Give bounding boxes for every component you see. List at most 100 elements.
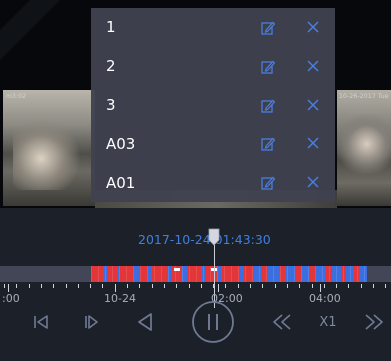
ruler-tick [152, 284, 153, 288]
ruler-tick [41, 284, 42, 288]
segment-stripe [203, 266, 204, 282]
segment-stripe [357, 266, 358, 282]
speed-up-icon [365, 314, 383, 330]
segment-stripe [147, 266, 148, 282]
ruler-tick [29, 284, 30, 288]
edit-icon[interactable] [261, 137, 275, 152]
ruler-tick [90, 284, 91, 288]
segment-stripe [301, 266, 302, 282]
recording-segment[interactable] [359, 266, 367, 282]
ruler-tick [250, 284, 251, 288]
edit-icon[interactable] [261, 60, 275, 74]
tag-item[interactable]: 1 [91, 8, 335, 47]
close-icon[interactable] [307, 21, 319, 33]
ruler-tick [201, 284, 202, 288]
ruler-tick [287, 284, 288, 288]
next-frame-button[interactable] [76, 304, 106, 340]
ruler-tick [164, 284, 165, 288]
speed-label: X1 [319, 314, 337, 330]
close-icon[interactable] [307, 60, 319, 72]
video-area[interactable]: m3:02 10-26-2017 Tue 1 2 3 A03 A01 [0, 0, 391, 208]
ruler-tick [213, 284, 214, 288]
segment-stripe [350, 266, 351, 282]
speed-up-button[interactable] [358, 304, 390, 340]
ruler-major-tick [8, 284, 9, 292]
ruler-tick [385, 284, 386, 288]
timeline-cursor-handle[interactable] [208, 228, 220, 246]
segment-stripe [161, 266, 162, 282]
segment-stripe [231, 266, 232, 282]
camera-pane-right[interactable]: 10-26-2017 Tue [337, 90, 391, 206]
tag-list-menu: 1 2 3 A03 A01 [91, 8, 335, 202]
tag-label: 3 [106, 95, 116, 114]
segment-stripe [294, 266, 295, 282]
edit-icon[interactable] [261, 176, 275, 190]
recording-segment[interactable] [316, 266, 326, 282]
close-icon[interactable] [307, 99, 319, 111]
ruler-tick [275, 284, 276, 288]
slow-down-icon [273, 314, 291, 330]
ruler-tick [373, 284, 374, 288]
tag-item[interactable]: A03 [91, 124, 335, 163]
ruler-tick [127, 284, 128, 288]
recording-segment[interactable] [268, 266, 280, 282]
reverse-play-button[interactable] [130, 304, 160, 340]
prev-frame-button[interactable] [26, 304, 56, 340]
reverse-play-icon [138, 313, 152, 331]
pane-timestamp: 10-26-2017 Tue [339, 93, 389, 100]
ruler-tick [189, 284, 190, 288]
segment-stripe [98, 266, 99, 282]
segment-stripe [245, 266, 246, 282]
segment-stripe [112, 266, 113, 282]
ruler-tick [299, 284, 300, 288]
ruler-tick [361, 284, 362, 288]
segment-stripe [287, 266, 288, 282]
slow-down-button[interactable] [266, 304, 298, 340]
tag-item[interactable]: 3 [91, 86, 335, 125]
ruler-tick [66, 284, 67, 288]
timeline-ruler [0, 284, 391, 292]
segment-stripe [119, 266, 120, 282]
current-time-label: 2017-10-24 01:43:30 [138, 232, 271, 247]
segment-stripe [336, 266, 337, 282]
recording-segment[interactable] [254, 266, 262, 282]
edit-icon[interactable] [261, 99, 275, 113]
ruler-tick [176, 284, 177, 288]
camera-pane-left[interactable]: m3:02 [3, 90, 95, 206]
speed-indicator[interactable]: X1 [312, 304, 344, 340]
next-frame-icon [85, 315, 98, 329]
segment-stripe [196, 266, 197, 282]
segment-stripe [322, 266, 323, 282]
edit-icon[interactable] [261, 21, 275, 35]
segment-stripe [315, 266, 316, 282]
tag-label: A01 [106, 173, 136, 192]
tag-item[interactable]: A01 [91, 163, 335, 202]
tag-label: 2 [106, 57, 116, 76]
segment-stripe [273, 266, 274, 282]
ruler-major-tick [115, 284, 116, 292]
tag-item[interactable]: 2 [91, 47, 335, 86]
recording-segments[interactable] [91, 266, 367, 282]
close-icon[interactable] [307, 176, 319, 188]
ruler-tick [102, 284, 103, 288]
ruler-tick [139, 284, 140, 288]
tag-label: A03 [106, 134, 136, 153]
ruler-major-tick [320, 284, 321, 292]
prev-frame-icon [34, 315, 48, 329]
close-icon[interactable] [307, 137, 319, 149]
ruler-major-tick [218, 284, 219, 292]
pause-icon [192, 301, 234, 343]
recording-segment[interactable] [120, 266, 134, 282]
segment-stripe [343, 266, 344, 282]
tag-marker[interactable] [174, 268, 180, 271]
segment-stripe [168, 266, 169, 282]
segment-stripe [126, 266, 127, 282]
segment-stripe [329, 266, 330, 282]
ruler-tick [348, 284, 349, 288]
pause-button[interactable] [190, 301, 236, 343]
segment-stripe [91, 266, 92, 282]
playback-buttons: X1 [0, 301, 391, 344]
ruler-tick [262, 284, 263, 288]
ruler-tick [16, 284, 17, 288]
recording-segment[interactable] [91, 266, 103, 282]
